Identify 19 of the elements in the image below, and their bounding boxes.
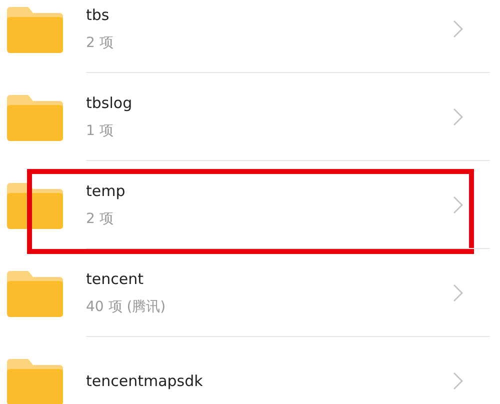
folder-icon bbox=[7, 5, 63, 53]
folder-icon bbox=[7, 93, 63, 141]
item-count: 2 项 bbox=[86, 34, 114, 52]
folder-icon bbox=[7, 357, 63, 404]
item-count: 40 项 (腾讯) bbox=[86, 298, 167, 316]
folder-name: tencentmapsdk bbox=[86, 372, 204, 390]
chevron-icon bbox=[453, 372, 463, 390]
folder-name: temp bbox=[86, 182, 126, 200]
chevron-icon bbox=[453, 20, 463, 38]
folder-icon bbox=[7, 181, 63, 229]
folder-name: tbslog bbox=[86, 94, 134, 112]
chevron-icon bbox=[453, 284, 463, 302]
item-count: 2 项 bbox=[86, 210, 114, 228]
chevron-icon bbox=[453, 108, 463, 126]
folder-name: tbs bbox=[86, 6, 110, 24]
item-count: 1 项 bbox=[86, 122, 114, 140]
folder-name: tencent bbox=[86, 270, 144, 288]
chevron-icon bbox=[453, 196, 463, 214]
folder-icon bbox=[7, 269, 63, 317]
